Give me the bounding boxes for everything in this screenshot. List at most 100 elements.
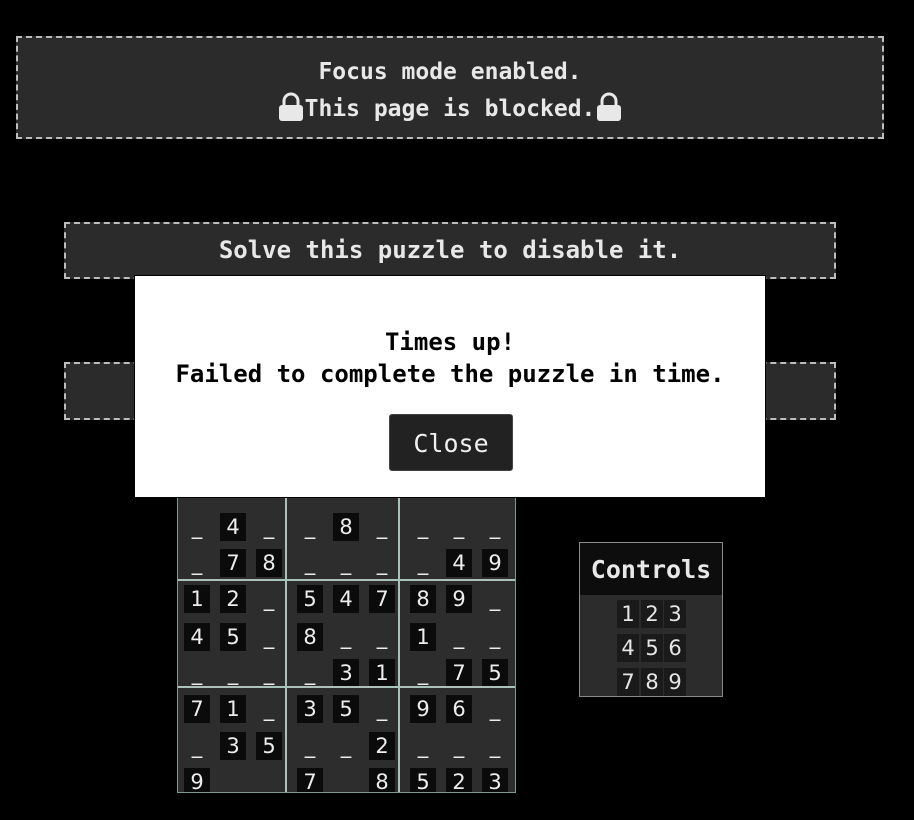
empty-cell[interactable]: _ [333, 623, 359, 651]
solve-puzzle-banner: Solve this puzzle to disable it. [64, 222, 836, 279]
empty-cell[interactable]: _ [446, 513, 472, 541]
empty-cell[interactable]: _ [297, 513, 323, 541]
focus-mode-text: Focus mode enabled. [318, 59, 582, 85]
number-key-4[interactable]: 4 [617, 634, 639, 662]
empty-cell[interactable]: _ [256, 659, 282, 687]
given-cell: 9 [446, 585, 472, 613]
dialog-title: Times up! [384, 328, 516, 356]
empty-cell[interactable]: _ [446, 623, 472, 651]
given-cell: 1 [220, 695, 246, 723]
empty-cell[interactable]: _ [297, 549, 323, 577]
given-cell: 2 [446, 768, 472, 792]
empty-cell[interactable]: _ [184, 659, 210, 687]
controls-panel: Controls 123456789 [579, 542, 723, 697]
number-key-6[interactable]: 6 [664, 634, 686, 662]
number-key-8[interactable]: 8 [641, 668, 663, 696]
grid-row: _ _ _ _ 3 1 _ 7 5 [178, 653, 515, 689]
empty-cell[interactable]: _ [369, 695, 395, 723]
given-cell: 7 [184, 695, 210, 723]
empty-cell[interactable]: _ [333, 768, 359, 792]
empty-cell[interactable]: _ [482, 513, 508, 541]
given-cell: 3 [220, 732, 246, 760]
sudoku-grid: __________4__8_____78____4912_54789_45_8… [177, 470, 516, 793]
grid-row: 9 _ _ 7 _ 8 5 2 3 [178, 762, 515, 792]
given-cell: 7 [369, 585, 395, 613]
focus-mode-banner: Focus mode enabled. This page is blocked… [16, 36, 884, 139]
given-cell: 5 [482, 659, 508, 687]
given-cell: 7 [446, 659, 472, 687]
empty-cell[interactable]: _ [482, 695, 508, 723]
number-key-7[interactable]: 7 [617, 668, 639, 696]
number-key-5[interactable]: 5 [641, 634, 663, 662]
empty-cell[interactable]: _ [333, 732, 359, 760]
empty-cell[interactable]: _ [256, 768, 282, 792]
given-cell: 5 [333, 695, 359, 723]
given-cell: 4 [446, 549, 472, 577]
close-button[interactable]: Close [389, 414, 513, 471]
given-cell: 8 [297, 623, 323, 651]
given-cell: 7 [220, 549, 246, 577]
grid-row: _ 4 _ _ 8 _ _ _ _ [178, 507, 515, 543]
empty-cell[interactable]: _ [482, 623, 508, 651]
given-cell: 9 [184, 768, 210, 792]
given-cell: 6 [446, 695, 472, 723]
empty-cell[interactable]: _ [297, 732, 323, 760]
empty-cell[interactable]: _ [369, 513, 395, 541]
number-key-9[interactable]: 9 [664, 668, 686, 696]
empty-cell[interactable]: _ [482, 585, 508, 613]
dialog-message: Times up! Failed to complete the puzzle … [135, 326, 765, 390]
empty-cell[interactable]: _ [410, 732, 436, 760]
given-cell: 1 [184, 585, 210, 613]
empty-cell[interactable]: _ [184, 549, 210, 577]
grid-row: _ 3 5 _ _ 2 _ _ _ [178, 726, 515, 762]
given-cell: 8 [256, 549, 282, 577]
number-key-3[interactable]: 3 [664, 600, 686, 628]
given-cell: 3 [333, 659, 359, 687]
empty-cell[interactable]: _ [369, 549, 395, 577]
empty-cell[interactable]: _ [256, 623, 282, 651]
empty-cell[interactable]: _ [220, 659, 246, 687]
empty-cell[interactable]: _ [333, 549, 359, 577]
given-cell: 7 [297, 768, 323, 792]
empty-cell[interactable]: _ [256, 513, 282, 541]
given-cell: 3 [297, 695, 323, 723]
given-cell: 4 [184, 623, 210, 651]
empty-cell[interactable]: _ [220, 768, 246, 792]
empty-cell[interactable]: _ [446, 732, 472, 760]
empty-cell[interactable]: _ [369, 623, 395, 651]
lock-icon [278, 92, 303, 121]
given-cell: 2 [220, 585, 246, 613]
empty-cell[interactable]: _ [410, 513, 436, 541]
empty-cell[interactable]: _ [297, 659, 323, 687]
given-cell: 5 [220, 623, 246, 651]
given-cell: 2 [369, 732, 395, 760]
empty-cell[interactable]: _ [410, 549, 436, 577]
given-cell: 8 [369, 768, 395, 792]
empty-cell[interactable]: _ [256, 695, 282, 723]
empty-cell[interactable]: _ [410, 659, 436, 687]
grid-row: 1 2 _ 5 4 7 8 9 _ [178, 579, 515, 615]
box-divider [178, 579, 515, 581]
times-up-dialog: Times up! Failed to complete the puzzle … [134, 275, 766, 498]
number-key-1[interactable]: 1 [617, 600, 639, 628]
number-key-2[interactable]: 2 [641, 600, 663, 628]
given-cell: 9 [410, 695, 436, 723]
empty-cell[interactable]: _ [184, 732, 210, 760]
dialog-detail: Failed to complete the puzzle in time. [175, 360, 725, 388]
solve-puzzle-text: Solve this puzzle to disable it. [218, 236, 682, 264]
given-cell: 9 [482, 549, 508, 577]
grid-row: 7 1 _ 3 5 _ 9 6 _ [178, 689, 515, 725]
given-cell: 4 [333, 585, 359, 613]
given-cell: 5 [297, 585, 323, 613]
lock-icon [597, 92, 622, 121]
empty-cell[interactable]: _ [256, 585, 282, 613]
given-cell: 5 [410, 768, 436, 792]
box-divider [285, 471, 287, 792]
box-divider [178, 686, 515, 688]
grid-row: _ 7 8 _ _ _ _ 4 9 [178, 543, 515, 579]
empty-cell[interactable]: _ [184, 513, 210, 541]
blocked-line: This page is blocked. [18, 91, 882, 128]
given-cell: 5 [256, 732, 282, 760]
given-cell: 8 [333, 513, 359, 541]
empty-cell[interactable]: _ [482, 732, 508, 760]
